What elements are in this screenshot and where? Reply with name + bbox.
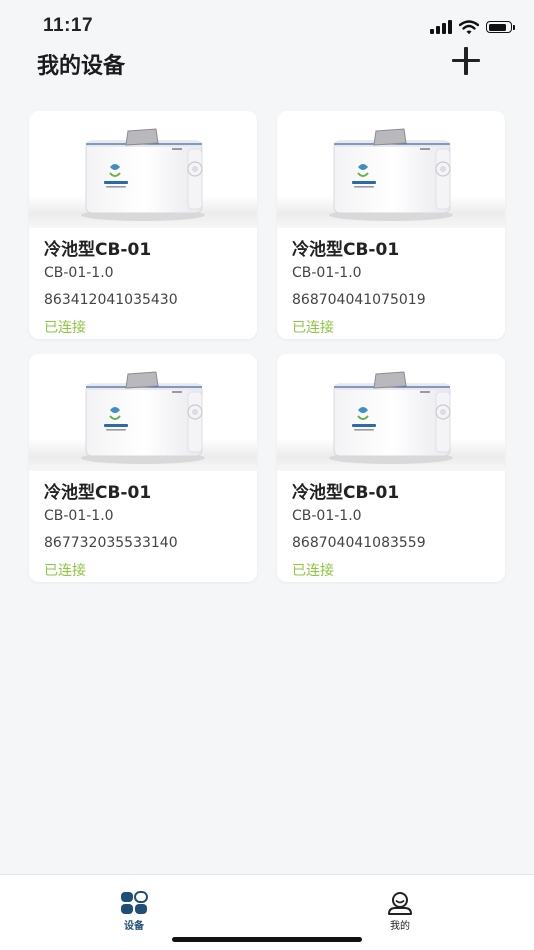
device-model: CB-01-1.0 bbox=[44, 265, 114, 281]
home-indicator bbox=[172, 937, 362, 942]
device-serial: 868704041083559 bbox=[292, 535, 426, 551]
device-model: CB-01-1.0 bbox=[44, 508, 114, 524]
cooler-product-image bbox=[329, 371, 453, 464]
status-icons bbox=[430, 17, 515, 37]
tab-label: 我的 bbox=[390, 921, 410, 932]
status-time: 11:17 bbox=[43, 15, 94, 36]
device-grid: 冷池型CB-01 CB-01-1.0 863412041035430 已连接 冷… bbox=[29, 111, 505, 582]
device-card[interactable]: 冷池型CB-01 CB-01-1.0 867732035533140 已连接 bbox=[29, 354, 257, 582]
device-image bbox=[277, 111, 505, 228]
device-serial: 863412041035430 bbox=[44, 292, 178, 308]
device-status: 已连接 bbox=[292, 320, 334, 336]
device-image bbox=[29, 111, 257, 228]
device-name: 冷池型CB-01 bbox=[292, 240, 400, 260]
device-card[interactable]: 冷池型CB-01 CB-01-1.0 868704041083559 已连接 bbox=[277, 354, 505, 582]
device-name: 冷池型CB-01 bbox=[292, 483, 400, 503]
tab-label: 设备 bbox=[124, 921, 144, 932]
device-status: 已连接 bbox=[292, 563, 334, 579]
device-status: 已连接 bbox=[44, 563, 86, 579]
battery-icon bbox=[486, 21, 515, 33]
add-device-button[interactable] bbox=[449, 44, 483, 78]
status-bar: 11:17 bbox=[0, 0, 534, 46]
user-profile-icon bbox=[388, 892, 412, 915]
device-serial: 867732035533140 bbox=[44, 535, 178, 551]
cooler-product-image bbox=[81, 371, 205, 464]
device-card[interactable]: 冷池型CB-01 CB-01-1.0 863412041035430 已连接 bbox=[29, 111, 257, 339]
wifi-icon bbox=[459, 19, 479, 34]
tab-mine[interactable]: 我的 bbox=[370, 889, 430, 935]
device-name: 冷池型CB-01 bbox=[44, 240, 152, 260]
device-image bbox=[277, 354, 505, 471]
device-model: CB-01-1.0 bbox=[292, 508, 362, 524]
device-status: 已连接 bbox=[44, 320, 86, 336]
devices-grid-icon bbox=[121, 891, 148, 914]
device-name: 冷池型CB-01 bbox=[44, 483, 152, 503]
cooler-product-image bbox=[329, 128, 453, 221]
device-card[interactable]: 冷池型CB-01 CB-01-1.0 868704041075019 已连接 bbox=[277, 111, 505, 339]
tab-devices[interactable]: 设备 bbox=[104, 889, 164, 935]
device-image bbox=[29, 354, 257, 471]
page-title: 我的设备 bbox=[37, 54, 126, 79]
device-serial: 868704041075019 bbox=[292, 292, 426, 308]
cooler-product-image bbox=[81, 128, 205, 221]
cellular-signal-icon bbox=[430, 20, 452, 34]
device-model: CB-01-1.0 bbox=[292, 265, 362, 281]
